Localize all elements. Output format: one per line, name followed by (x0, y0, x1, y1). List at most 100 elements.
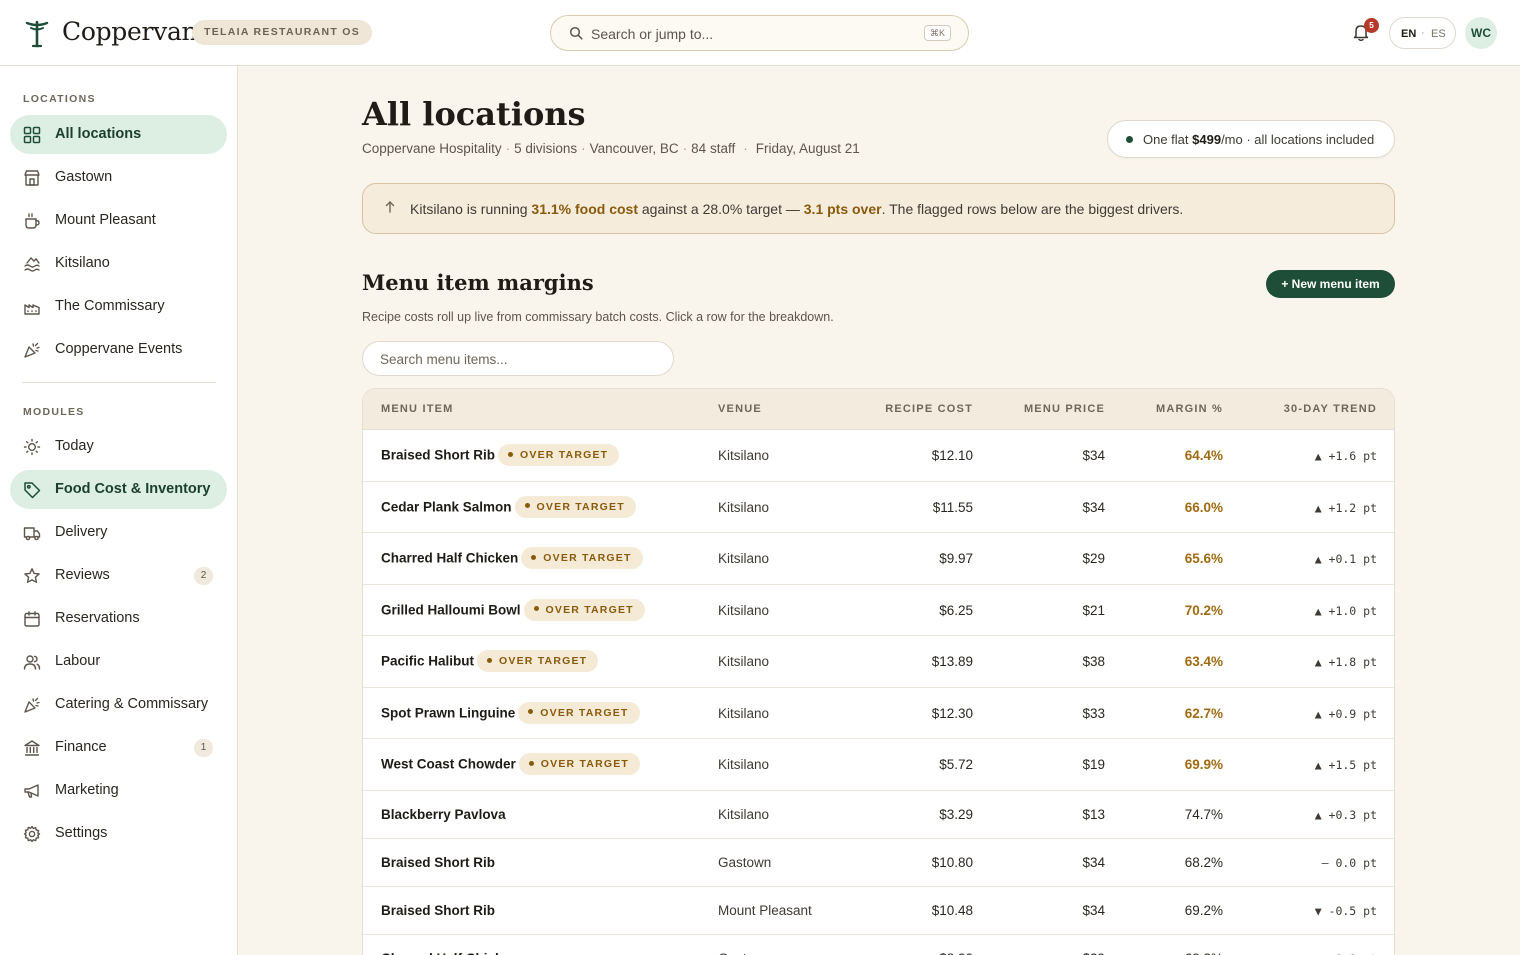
trend-cell: — 0.0 pt (1321, 855, 1377, 870)
coffee-cup-icon (25, 213, 40, 229)
column-header-margin[interactable]: MARGIN % (1156, 403, 1223, 415)
sidebar-item-label: Gastown (55, 169, 113, 185)
trend-cell: ▲ +0.3 pt (1314, 807, 1377, 822)
sidebar-item-label: Reservations (55, 610, 140, 626)
search-icon (569, 26, 583, 40)
menu-item-label: Grilled Halloumi Bowl (381, 602, 521, 618)
column-header-item[interactable]: MENU ITEM (381, 403, 454, 415)
venue-cell: Mount Pleasant (718, 902, 812, 918)
pricing-suffix: /mo · all locations included (1221, 132, 1375, 147)
search-placeholder: Search or jump to... (591, 26, 714, 42)
table-row[interactable]: Spot Prawn Linguine OVER TARGET Kitsilano $… (363, 688, 1394, 739)
menu-price-cell: $34 (1082, 854, 1105, 870)
venue-cell: Kitsilano (718, 705, 770, 721)
party-popper-icon (24, 697, 40, 713)
recipe-cost-cell: $12.30 (931, 705, 973, 721)
trend-cell: ▲ +1.8 pt (1314, 655, 1377, 669)
trend-cell: ▲ +1.5 pt (1314, 758, 1377, 772)
menu-price-cell: $34 (1082, 902, 1105, 918)
margin-cell: 63.4% (1184, 654, 1223, 669)
over-target-badge: OVER TARGET (518, 753, 641, 775)
bank-icon (24, 740, 40, 756)
over-target-badge: OVER TARGET (523, 598, 645, 621)
menu-item-name: Pacific Halibut OVER TARGET (381, 650, 599, 673)
recipe-cost-cell: $11.55 (932, 499, 973, 515)
badge-dot (533, 606, 539, 612)
table-row[interactable]: Blackberry Pavlova Kitsilano $3.29 $13 74.7%… (363, 791, 1394, 839)
venue-cell: Kitsilano (718, 654, 770, 669)
table-row[interactable]: Grilled Halloumi Bowl OVER TARGET Kitsilan… (363, 585, 1394, 636)
table-row[interactable]: West Coast Chowder OVER TARGET Kitsilano $5… (363, 739, 1394, 791)
menu-item-search-input[interactable]: Search menu items... (362, 341, 674, 376)
column-header-venue[interactable]: VENUE (718, 403, 762, 415)
alert-pts-over: 3.1 pts over (803, 201, 882, 217)
lang-en-option[interactable]: EN (1401, 28, 1416, 40)
table-row[interactable]: Cedar Plank Salmon OVER TARGET Kitsilano $1… (363, 482, 1394, 533)
storefront-icon (24, 170, 40, 186)
sidebar-item-finance[interactable]: Finance 1 (10, 728, 227, 767)
sidebar-item-labour[interactable]: Labour (10, 642, 227, 681)
search-placeholder: Search menu items... (380, 352, 508, 367)
margin-cell: 65.6% (1184, 551, 1223, 566)
column-header-trend[interactable]: 30-DAY TREND (1284, 403, 1377, 415)
sidebar-item-catering-commissary[interactable]: Catering & Commissary (10, 685, 227, 724)
badge-dot (531, 554, 537, 560)
page-subtitle: Coppervane Hospitality · 5 divisions · Vanco… (362, 141, 860, 156)
sidebar-item-food-cost-inventory[interactable]: Food Cost & Inventory (10, 470, 227, 509)
sidebar-item-kitsilano[interactable]: Kitsilano (10, 244, 227, 283)
sidebar: LOCATIONS All locations Gastown Mount Pl… (0, 66, 238, 955)
trend-cell: ▲ +0.9 pt (1314, 706, 1377, 721)
sidebar-item-label: Coppervane Events (55, 341, 183, 357)
recipe-cost-cell: $3.29 (939, 806, 973, 822)
language-toggle[interactable]: EN · ES (1389, 17, 1456, 49)
sidebar-item-marketing[interactable]: Marketing (10, 771, 227, 810)
brand-name[interactable]: Coppervane (62, 17, 212, 46)
recipe-cost-cell: $13.89 (931, 654, 973, 669)
sidebar-item-today[interactable]: Today (10, 427, 227, 466)
new-menu-item-button[interactable]: + New menu item (1266, 270, 1395, 298)
menu-price-cell: $34 (1082, 448, 1105, 463)
sidebar-item-reservations[interactable]: Reservations (10, 599, 227, 638)
user-avatar[interactable]: WC (1465, 17, 1497, 49)
notification-count-badge: 5 (1364, 18, 1379, 33)
sidebar-item-the-commissary[interactable]: The Commissary (10, 287, 227, 326)
table-row[interactable]: Charred Half Chicken OVER TARGET Kitsilano… (363, 533, 1394, 585)
table-row[interactable]: Braised Short Rib Mount Pleasant $10.48 $34… (363, 887, 1394, 935)
sidebar-item-coppervane-events[interactable]: Coppervane Events (10, 330, 227, 369)
sidebar-item-delivery[interactable]: Delivery (10, 513, 227, 552)
over-target-badge: OVER TARGET (498, 444, 620, 466)
sidebar-item-settings[interactable]: Settings (10, 814, 227, 853)
table-row[interactable]: Braised Short Rib OVER TARGET Kitsilano $12… (363, 430, 1394, 482)
margin-cell: 69.9% (1184, 757, 1223, 772)
reviews-count-badge: 2 (194, 567, 213, 585)
sidebar-item-reviews[interactable]: Reviews 2 (10, 556, 227, 595)
venue-cell: Kitsilano (718, 499, 770, 515)
global-search-input[interactable]: Search or jump to... ⌘K (550, 15, 969, 51)
recipe-cost-cell: $9.97 (939, 551, 973, 566)
grid-icon (23, 126, 41, 144)
finance-count-badge: 1 (194, 739, 213, 757)
locations-heading: LOCATIONS (23, 93, 96, 105)
table-row[interactable]: Pacific Halibut OVER TARGET Kitsilano $13.8… (363, 636, 1394, 688)
margin-cell: 68.2% (1184, 854, 1223, 870)
menu-price-cell: $29 (1082, 951, 1105, 955)
sidebar-item-label: Labour (55, 653, 101, 669)
badge-label: OVER TARGET (545, 603, 634, 616)
org-name: Coppervane Hospitality (362, 141, 502, 156)
menu-price-cell: $38 (1082, 654, 1105, 669)
badge-dot (524, 503, 530, 509)
table-row[interactable]: Braised Short Rib Gastown $10.80 $34 68.2% — … (363, 839, 1394, 887)
star-icon (24, 568, 40, 583)
alert-text-2: against a 28.0% target — (638, 201, 804, 217)
sidebar-item-label: All locations (55, 126, 142, 142)
pricing-prefix: One flat (1143, 132, 1193, 147)
column-header-price[interactable]: MENU PRICE (1024, 403, 1105, 415)
table-header: MENU ITEM VENUE RECIPE COST MENU PRICE M… (363, 389, 1394, 430)
brand-logo-icon[interactable] (24, 18, 50, 48)
table-row[interactable]: Charred Half Chicken Gastown $8.90 $29 69.3%… (363, 935, 1394, 955)
sidebar-item-mount-pleasant[interactable]: Mount Pleasant (10, 201, 227, 240)
sidebar-item-all-locations[interactable]: All locations (10, 115, 227, 154)
sidebar-item-gastown[interactable]: Gastown (10, 158, 227, 197)
lang-es-option[interactable]: ES (1431, 28, 1446, 40)
column-header-cost[interactable]: RECIPE COST (885, 403, 973, 415)
